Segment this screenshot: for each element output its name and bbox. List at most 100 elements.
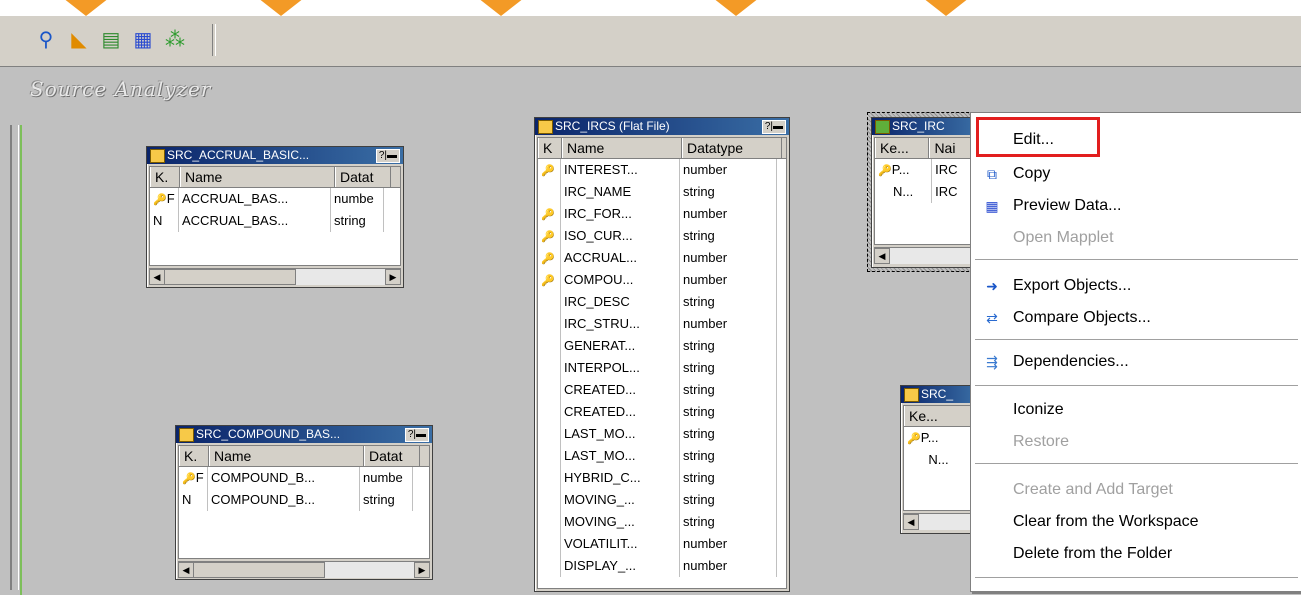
- target-designer-icon[interactable]: ◣: [66, 25, 92, 53]
- column-name: GENERAT...: [561, 335, 680, 357]
- column-datatype: number: [680, 533, 777, 555]
- source-window-ircs[interactable]: SRC_IRCS (Flat File) ?|▬ K Name Datatype …: [534, 117, 790, 592]
- column-grid: K Name Datatype 🔑 INTEREST... number IRC_NA…: [537, 137, 787, 589]
- menu-item-export-objects[interactable]: ➜ Export Objects...: [971, 271, 1301, 301]
- key-icon: 🔑: [182, 473, 196, 485]
- header-name[interactable]: Name: [209, 446, 364, 466]
- menu-item-copy[interactable]: ⧉ Copy: [971, 159, 1301, 189]
- horizontal-scrollbar[interactable]: ◀ ▶: [149, 268, 401, 285]
- source-icon: [179, 428, 194, 442]
- table-row[interactable]: LAST_MO... string: [538, 445, 786, 467]
- table-row[interactable]: N ACCRUAL_BAS... string: [150, 210, 400, 232]
- table-row[interactable]: DISPLAY_... number: [538, 555, 786, 577]
- header-datatype[interactable]: Datatype: [682, 138, 782, 158]
- column-datatype: string: [680, 357, 777, 379]
- horizontal-scrollbar[interactable]: ◀: [903, 513, 975, 530]
- mapplet-designer-icon[interactable]: ▦: [130, 25, 156, 53]
- column-name: MOVING_...: [561, 489, 680, 511]
- table-row[interactable]: MOVING_... string: [538, 489, 786, 511]
- menu-item-dependencies[interactable]: ⇶ Dependencies...: [971, 347, 1301, 377]
- header-key[interactable]: Ke...: [875, 138, 930, 158]
- table-row[interactable]: IRC_STRU... number: [538, 313, 786, 335]
- ircs-row-list: 🔑 INTEREST... number IRC_NAME string 🔑 IRC_FOR…: [538, 159, 786, 577]
- table-row[interactable]: 🔑F COMPOUND_B... numbe: [179, 467, 429, 489]
- source-window-compound-basic[interactable]: SRC_COMPOUND_BAS... ?|▬ K. Name Datat 🔑F …: [175, 425, 433, 580]
- header-key[interactable]: K.: [179, 446, 209, 466]
- window-title: SRC_ACCRUAL_BASIC...: [167, 148, 310, 162]
- table-row[interactable]: 🔑F ACCRUAL_BAS... numbe: [150, 188, 400, 210]
- window-title-bar[interactable]: SRC_IRC: [872, 118, 978, 135]
- table-row[interactable]: GENERAT... string: [538, 335, 786, 357]
- menu-item-preview-data[interactable]: ▦ Preview Data...: [971, 191, 1301, 221]
- window-title-bar[interactable]: SRC_COMPOUND_BAS... ?|▬: [176, 426, 432, 443]
- header-datatype[interactable]: Datat: [335, 167, 391, 187]
- scroll-left-arrow-icon[interactable]: ◀: [149, 269, 165, 285]
- source-window-accrual-basic[interactable]: SRC_ACCRUAL_BASIC... ?|▬ K. Name Datat 🔑F…: [146, 146, 404, 288]
- scroll-left-arrow-icon[interactable]: ◀: [874, 248, 890, 264]
- menu-item-clear-workspace[interactable]: Clear from the Workspace: [971, 507, 1301, 537]
- menu-item-open-mapplet: Open Mapplet: [1013, 229, 1114, 246]
- column-name: ACCRUAL_BAS...: [179, 210, 331, 232]
- column-name: INTEREST...: [561, 159, 680, 181]
- grid-header: Ke...: [904, 406, 974, 427]
- key-icon: 🔑: [541, 165, 555, 177]
- mapping-designer-icon[interactable]: ⁂: [162, 25, 188, 53]
- table-row[interactable]: 🔑P... IRC: [875, 159, 975, 181]
- table-row[interactable]: 🔑P...: [904, 427, 974, 449]
- window-title-bar[interactable]: SRC_IRCS (Flat File) ?|▬: [535, 118, 789, 135]
- header-key[interactable]: K: [538, 138, 562, 158]
- menu-separator: [975, 577, 1298, 579]
- table-row[interactable]: 🔑 ISO_CUR... string: [538, 225, 786, 247]
- table-row[interactable]: N COMPOUND_B... string: [179, 489, 429, 511]
- window-controls-icon[interactable]: ?|▬: [761, 120, 786, 134]
- scroll-thumb[interactable]: [164, 269, 296, 285]
- window-title-bar[interactable]: SRC_ACCRUAL_BASIC... ?|▬: [147, 147, 403, 164]
- header-datatype[interactable]: Datat: [364, 446, 420, 466]
- table-row[interactable]: VOLATILIT... number: [538, 533, 786, 555]
- scroll-left-arrow-icon[interactable]: ◀: [903, 514, 919, 530]
- header-name[interactable]: Nai: [929, 138, 975, 158]
- table-row[interactable]: N... IRC: [875, 181, 975, 203]
- key-icon: 🔑: [541, 275, 555, 287]
- transformation-developer-icon[interactable]: ▤: [98, 25, 124, 53]
- table-row[interactable]: IRC_NAME string: [538, 181, 786, 203]
- menu-item-delete-folder[interactable]: Delete from the Folder: [971, 539, 1301, 569]
- table-row[interactable]: N...: [904, 449, 974, 471]
- table-row[interactable]: 🔑 COMPOU... number: [538, 269, 786, 291]
- table-row[interactable]: INTERPOL... string: [538, 357, 786, 379]
- table-row[interactable]: 🔑 ACCRUAL... number: [538, 247, 786, 269]
- scroll-right-arrow-icon[interactable]: ▶: [414, 562, 430, 578]
- table-row[interactable]: CREATED... string: [538, 379, 786, 401]
- header-key[interactable]: K.: [150, 167, 180, 187]
- header-key[interactable]: Ke...: [904, 406, 974, 426]
- column-key: N: [150, 210, 179, 232]
- scroll-right-arrow-icon[interactable]: ▶: [385, 269, 401, 285]
- context-menu: Edit... ⧉ Copy ▦ Preview Data... Open Mapp…: [970, 112, 1301, 592]
- scroll-thumb[interactable]: [193, 562, 325, 578]
- table-row[interactable]: HYBRID_C... string: [538, 467, 786, 489]
- table-row[interactable]: CREATED... string: [538, 401, 786, 423]
- horizontal-scrollbar[interactable]: ◀ ▶: [178, 561, 430, 578]
- table-row[interactable]: 🔑 IRC_FOR... number: [538, 203, 786, 225]
- menu-item-compare-objects[interactable]: ⇄ Compare Objects...: [971, 303, 1301, 333]
- window-controls-icon[interactable]: ?|▬: [404, 428, 429, 442]
- column-name: IRC_FOR...: [561, 203, 680, 225]
- scroll-left-arrow-icon[interactable]: ◀: [178, 562, 194, 578]
- source-analyzer-icon[interactable]: ⚲: [33, 25, 59, 53]
- column-name: COMPOU...: [561, 269, 680, 291]
- window-title-bar[interactable]: SRC_: [901, 386, 977, 403]
- horizontal-scrollbar[interactable]: ◀: [874, 247, 976, 264]
- table-row[interactable]: IRC_DESC string: [538, 291, 786, 313]
- header-name[interactable]: Name: [562, 138, 682, 158]
- header-name[interactable]: Name: [180, 167, 335, 187]
- menu-item-iconize[interactable]: Iconize: [971, 395, 1301, 425]
- grid-header: Ke... Nai: [875, 138, 975, 159]
- column-name: IRC_NAME: [561, 181, 680, 203]
- table-row[interactable]: LAST_MO... string: [538, 423, 786, 445]
- column-name: DISPLAY_...: [561, 555, 680, 577]
- table-row[interactable]: MOVING_... string: [538, 511, 786, 533]
- source-window-irc-selected[interactable]: SRC_IRC Ke... Nai 🔑P... IRC N... IRC ◀: [871, 117, 979, 268]
- window-controls-icon[interactable]: ?|▬: [375, 149, 400, 163]
- table-row[interactable]: 🔑 INTEREST... number: [538, 159, 786, 181]
- source-window-lower[interactable]: SRC_ Ke... 🔑P... N... ◀: [900, 385, 978, 534]
